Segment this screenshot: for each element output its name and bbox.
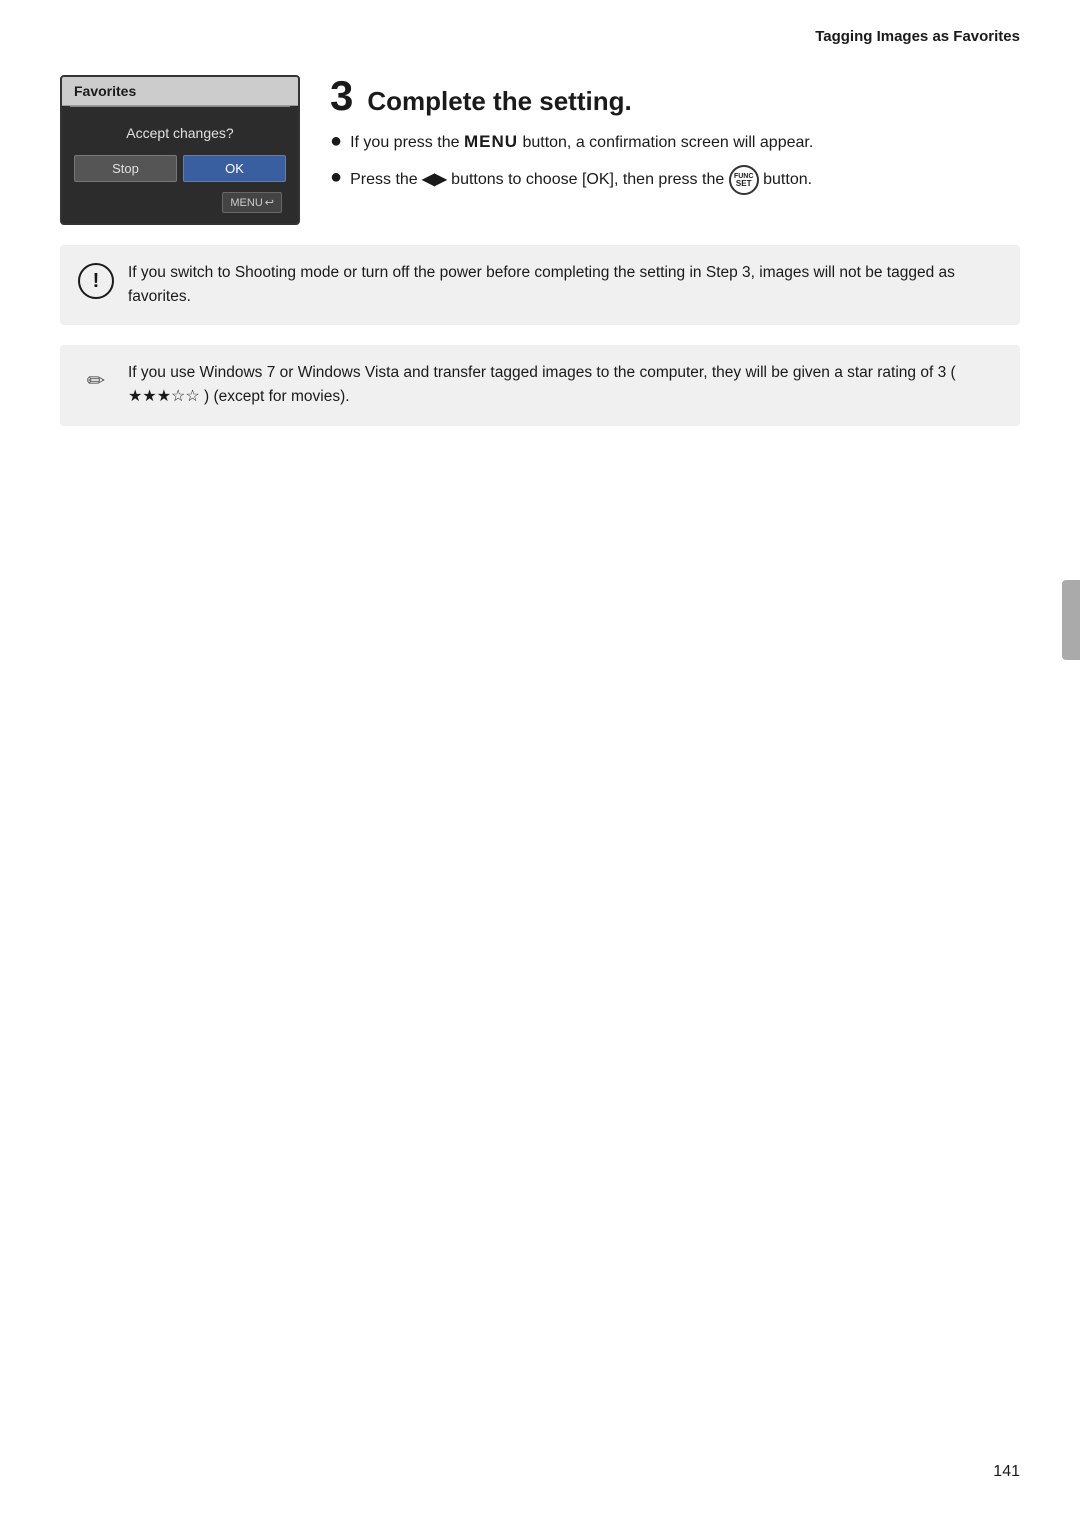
bullet-item-2: ● Press the ◀▶ buttons to choose [OK], t… (330, 165, 1020, 195)
camera-menu-question: Accept changes? (74, 125, 286, 141)
main-content: Favorites Accept changes? Stop OK MENU ↩ (0, 55, 1080, 466)
page-number: 141 (993, 1463, 1020, 1480)
arrow-buttons-symbol: ◀▶ (422, 171, 447, 188)
warning-icon: ! (78, 263, 114, 299)
camera-menu-title: Favorites (62, 77, 298, 106)
camera-menu-back-label: MENU (230, 197, 262, 209)
step-row: Favorites Accept changes? Stop OK MENU ↩ (60, 75, 1020, 225)
notice-warning-box: ! If you switch to Shooting mode or turn… (60, 245, 1020, 325)
bullet-dot-1: ● (330, 129, 342, 153)
camera-screen-mockup: Favorites Accept changes? Stop OK MENU ↩ (60, 75, 300, 225)
pencil-icon: ✏ (78, 363, 114, 399)
star-rating-empty: ☆☆ (171, 388, 200, 405)
camera-menu-back-icon: MENU ↩ (222, 192, 282, 213)
side-tab (1062, 580, 1080, 660)
star-rating-filled: ★★★ (128, 388, 171, 405)
camera-ok-button: OK (183, 155, 286, 182)
camera-stop-button: Stop (74, 155, 177, 182)
func-set-button: FUNC SET (729, 165, 759, 195)
step-bullet-list: ● If you press the MENU button, a confir… (330, 129, 1020, 195)
bullet-item-1: ● If you press the MENU button, a confir… (330, 129, 1020, 155)
page-header: Tagging Images as Favorites (0, 0, 1080, 55)
camera-menu-buttons: Stop OK (74, 155, 286, 182)
step-title: Complete the setting. (367, 86, 631, 117)
camera-menu-icon-row: MENU ↩ (74, 192, 286, 213)
notice-warning-text: If you switch to Shooting mode or turn o… (128, 261, 1002, 309)
warning-icon-symbol: ! (93, 270, 100, 293)
notice-info-box: ✏ If you use Windows 7 or Windows Vista … (60, 345, 1020, 426)
func-set-bottom-label: SET (734, 180, 753, 188)
step-number-title-row: 3 Complete the setting. (330, 75, 1020, 117)
page-header-title: Tagging Images as Favorites (815, 28, 1020, 45)
notice-info-text: If you use Windows 7 or Windows Vista an… (128, 361, 1002, 410)
pencil-icon-symbol: ✏ (87, 368, 105, 394)
step-instructions: 3 Complete the setting. ● If you press t… (330, 75, 1020, 195)
step-number: 3 (330, 75, 353, 117)
menu-button-label: MENU (464, 132, 518, 151)
bullet-1-text: If you press the MENU button, a confirma… (350, 129, 813, 155)
page-footer: 141 (993, 1463, 1020, 1481)
back-arrow-icon: ↩ (265, 196, 274, 209)
bullet-dot-2: ● (330, 165, 342, 189)
camera-menu-body: Accept changes? Stop OK MENU ↩ (62, 107, 298, 223)
bullet-2-text: Press the ◀▶ buttons to choose [OK], the… (350, 165, 812, 195)
